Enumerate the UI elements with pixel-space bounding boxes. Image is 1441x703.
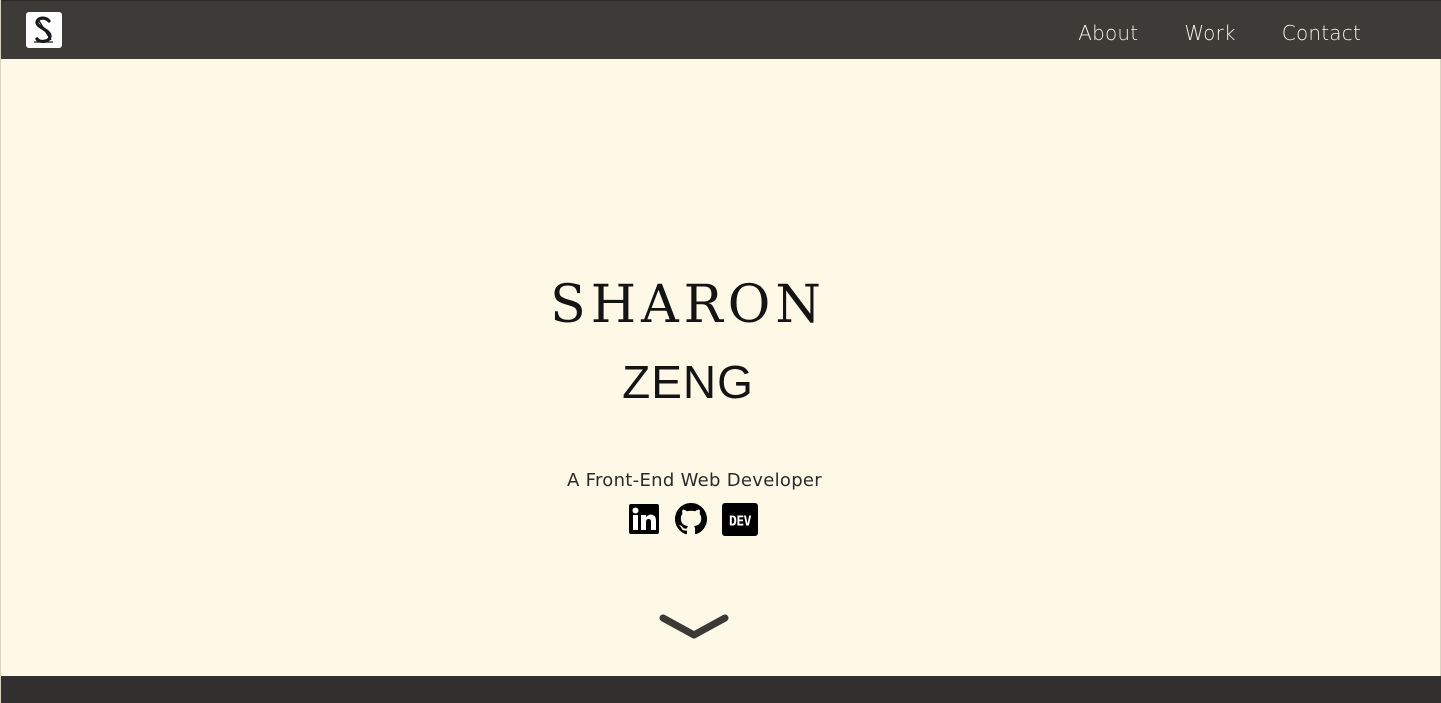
github-link[interactable] [675,503,707,535]
footer-bar [1,676,1441,703]
nav-link-contact[interactable]: Contact [1282,19,1361,43]
linkedin-icon [629,504,659,534]
hero-last-name: ZENG [622,356,754,409]
linkedin-link[interactable] [629,504,659,534]
hero-section: SHARON ZENG A Front-End Web Developer DE… [1,59,1441,676]
github-icon [675,503,707,535]
hero-first-name: SHARON [550,274,826,335]
chevron-down-icon [659,614,729,639]
social-links: DEV [629,502,758,536]
scroll-down-button[interactable] [658,612,730,646]
svg-text:DEV: DEV [729,514,752,529]
main-nav: About Work Contact [1032,1,1361,60]
dev-link[interactable]: DEV [722,502,758,536]
dev-icon: DEV [722,502,758,536]
logo-link[interactable] [26,12,62,48]
nav-link-work[interactable]: Work [1184,19,1235,43]
navbar: About Work Contact [1,0,1441,59]
hero-tagline: A Front-End Web Developer [566,470,823,491]
page: About Work Contact SHARON ZENG A Front-E… [0,0,1441,703]
s-monogram-logo-icon [34,16,53,43]
nav-link-about[interactable]: About [1078,19,1138,43]
